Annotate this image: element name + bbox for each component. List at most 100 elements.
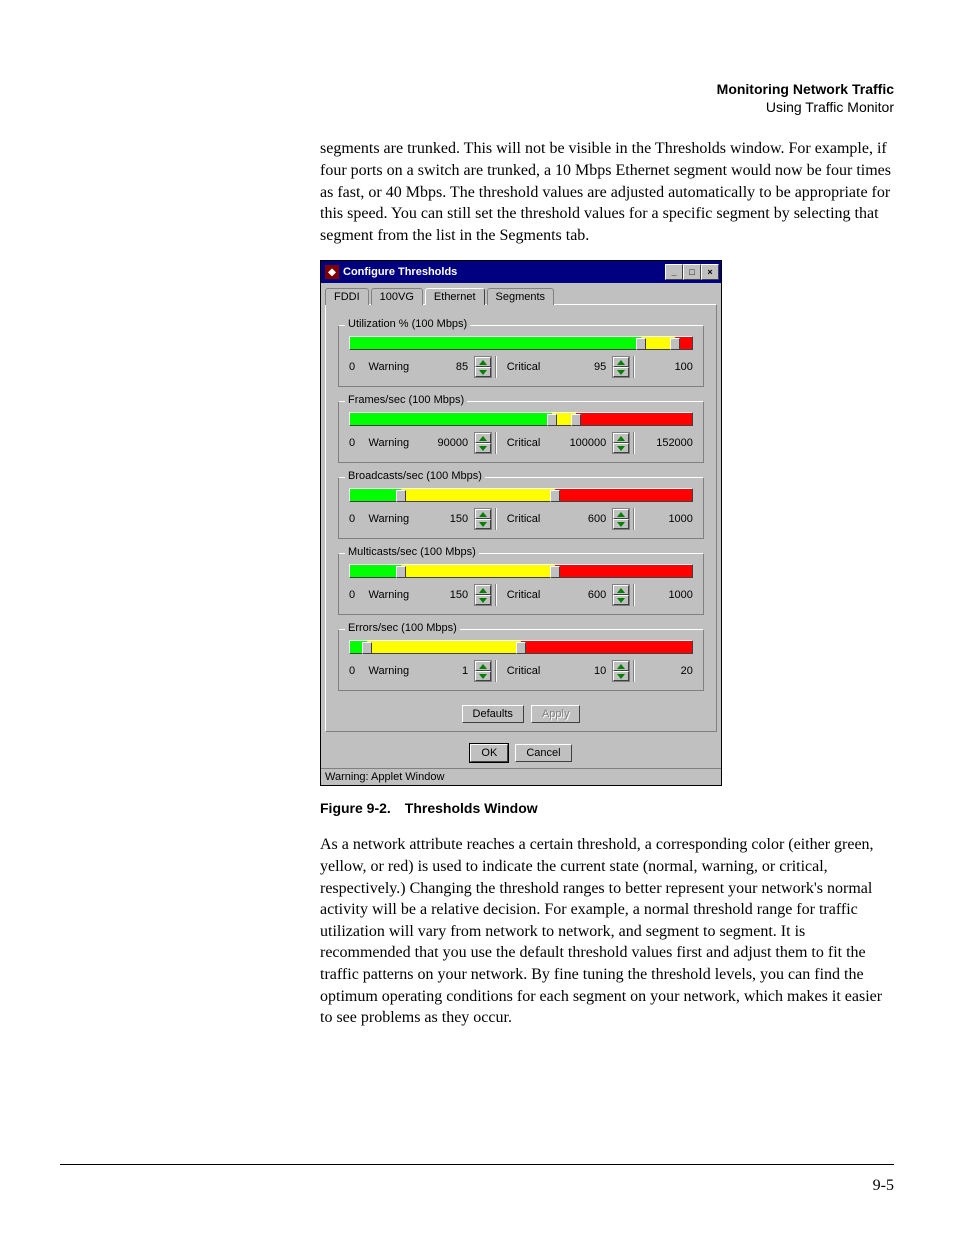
minimize-icon[interactable]: _ bbox=[665, 264, 683, 280]
critical-spinner[interactable] bbox=[612, 660, 630, 682]
spinner-up-icon[interactable] bbox=[613, 433, 629, 443]
group-title: Frames/sec (100 Mbps) bbox=[345, 394, 467, 406]
apply-button[interactable]: Apply bbox=[531, 705, 581, 723]
ok-button[interactable]: OK bbox=[470, 744, 508, 762]
app-icon bbox=[325, 265, 339, 279]
tab-ethernet[interactable]: Ethernet bbox=[425, 288, 485, 305]
spinner-up-icon[interactable] bbox=[613, 509, 629, 519]
threshold-bar[interactable] bbox=[349, 336, 693, 350]
critical-spinner[interactable] bbox=[612, 508, 630, 530]
spinner-down-icon[interactable] bbox=[475, 671, 491, 681]
warning-slider-handle[interactable] bbox=[396, 490, 406, 502]
tab-segments[interactable]: Segments bbox=[487, 288, 555, 305]
defaults-button[interactable]: Defaults bbox=[462, 705, 524, 723]
spinner-down-icon[interactable] bbox=[613, 519, 629, 529]
warning-label: Warning bbox=[369, 589, 419, 601]
warning-slider-handle[interactable] bbox=[396, 566, 406, 578]
max-value: 1000 bbox=[645, 589, 693, 601]
group-title: Broadcasts/sec (100 Mbps) bbox=[345, 470, 485, 482]
warning-slider-handle[interactable] bbox=[362, 642, 372, 654]
tabstrip: FDDI100VGEthernetSegments bbox=[325, 287, 721, 304]
warning-value: 150 bbox=[420, 589, 472, 601]
min-value: 0 bbox=[349, 665, 367, 677]
spinner-up-icon[interactable] bbox=[613, 585, 629, 595]
figure-caption: Figure 9-2. Thresholds Window bbox=[320, 800, 894, 816]
group-title: Multicasts/sec (100 Mbps) bbox=[345, 546, 479, 558]
critical-label: Critical bbox=[507, 437, 557, 449]
close-icon[interactable]: × bbox=[701, 264, 719, 280]
spinner-down-icon[interactable] bbox=[475, 519, 491, 529]
page-number: 9-5 bbox=[873, 1177, 894, 1195]
spinner-up-icon[interactable] bbox=[475, 585, 491, 595]
critical-label: Critical bbox=[507, 589, 557, 601]
maximize-icon[interactable]: □ bbox=[683, 264, 701, 280]
critical-slider-handle[interactable] bbox=[516, 642, 526, 654]
spinner-up-icon[interactable] bbox=[613, 357, 629, 367]
warning-spinner[interactable] bbox=[474, 584, 492, 606]
threshold-group: Frames/sec (100 Mbps)0Warning90000Critic… bbox=[338, 401, 704, 463]
tab-fddi[interactable]: FDDI bbox=[325, 288, 369, 305]
critical-label: Critical bbox=[507, 361, 557, 373]
window-title: Configure Thresholds bbox=[343, 266, 665, 278]
warning-spinner[interactable] bbox=[474, 508, 492, 530]
group-title: Errors/sec (100 Mbps) bbox=[345, 622, 460, 634]
max-value: 100 bbox=[645, 361, 693, 373]
threshold-row: 0Warning1Critical1020 bbox=[349, 660, 693, 682]
warning-spinner[interactable] bbox=[474, 432, 492, 454]
titlebar[interactable]: Configure Thresholds _ □ × bbox=[321, 261, 721, 283]
threshold-row: 0Warning150Critical6001000 bbox=[349, 584, 693, 606]
warning-spinner[interactable] bbox=[474, 660, 492, 682]
threshold-bar[interactable] bbox=[349, 488, 693, 502]
critical-slider-handle[interactable] bbox=[550, 566, 560, 578]
spinner-up-icon[interactable] bbox=[613, 661, 629, 671]
spinner-up-icon[interactable] bbox=[475, 661, 491, 671]
max-value: 20 bbox=[645, 665, 693, 677]
spinner-up-icon[interactable] bbox=[475, 509, 491, 519]
critical-slider-handle[interactable] bbox=[571, 414, 581, 426]
tab-100vg[interactable]: 100VG bbox=[371, 288, 423, 305]
max-value: 1000 bbox=[645, 513, 693, 525]
warning-value: 90000 bbox=[420, 437, 472, 449]
warning-value: 85 bbox=[420, 361, 472, 373]
threshold-bar[interactable] bbox=[349, 564, 693, 578]
spinner-down-icon[interactable] bbox=[613, 671, 629, 681]
critical-label: Critical bbox=[507, 665, 557, 677]
spinner-down-icon[interactable] bbox=[613, 595, 629, 605]
min-value: 0 bbox=[349, 513, 367, 525]
status-bar: Warning: Applet Window bbox=[321, 768, 721, 785]
body-paragraph-2: As a network attribute reaches a certain… bbox=[320, 834, 894, 1028]
header-subtitle: Using Traffic Monitor bbox=[320, 98, 894, 116]
critical-spinner[interactable] bbox=[612, 356, 630, 378]
spinner-down-icon[interactable] bbox=[475, 367, 491, 377]
warning-spinner[interactable] bbox=[474, 356, 492, 378]
critical-value: 600 bbox=[558, 513, 610, 525]
critical-value: 95 bbox=[558, 361, 610, 373]
threshold-row: 0Warning90000Critical100000152000 bbox=[349, 432, 693, 454]
spinner-down-icon[interactable] bbox=[613, 367, 629, 377]
body-paragraph-1: segments are trunked. This will not be v… bbox=[320, 138, 894, 246]
spinner-down-icon[interactable] bbox=[475, 443, 491, 453]
threshold-bar[interactable] bbox=[349, 640, 693, 654]
spinner-up-icon[interactable] bbox=[475, 433, 491, 443]
threshold-bar[interactable] bbox=[349, 412, 693, 426]
spinner-down-icon[interactable] bbox=[613, 443, 629, 453]
spinner-down-icon[interactable] bbox=[475, 595, 491, 605]
spinner-up-icon[interactable] bbox=[475, 357, 491, 367]
threshold-row: 0Warning150Critical6001000 bbox=[349, 508, 693, 530]
warning-label: Warning bbox=[369, 437, 419, 449]
threshold-group: Errors/sec (100 Mbps)0Warning1Critical10… bbox=[338, 629, 704, 691]
warning-label: Warning bbox=[369, 361, 419, 373]
max-value: 152000 bbox=[645, 437, 693, 449]
footer-rule bbox=[60, 1164, 894, 1165]
warning-slider-handle[interactable] bbox=[636, 338, 646, 350]
critical-spinner[interactable] bbox=[612, 432, 630, 454]
header-title: Monitoring Network Traffic bbox=[320, 80, 894, 98]
critical-slider-handle[interactable] bbox=[550, 490, 560, 502]
threshold-group: Utilization % (100 Mbps)0Warning85Critic… bbox=[338, 325, 704, 387]
min-value: 0 bbox=[349, 361, 367, 373]
critical-slider-handle[interactable] bbox=[670, 338, 680, 350]
critical-spinner[interactable] bbox=[612, 584, 630, 606]
warning-slider-handle[interactable] bbox=[547, 414, 557, 426]
critical-value: 10 bbox=[558, 665, 610, 677]
cancel-button[interactable]: Cancel bbox=[515, 744, 571, 762]
